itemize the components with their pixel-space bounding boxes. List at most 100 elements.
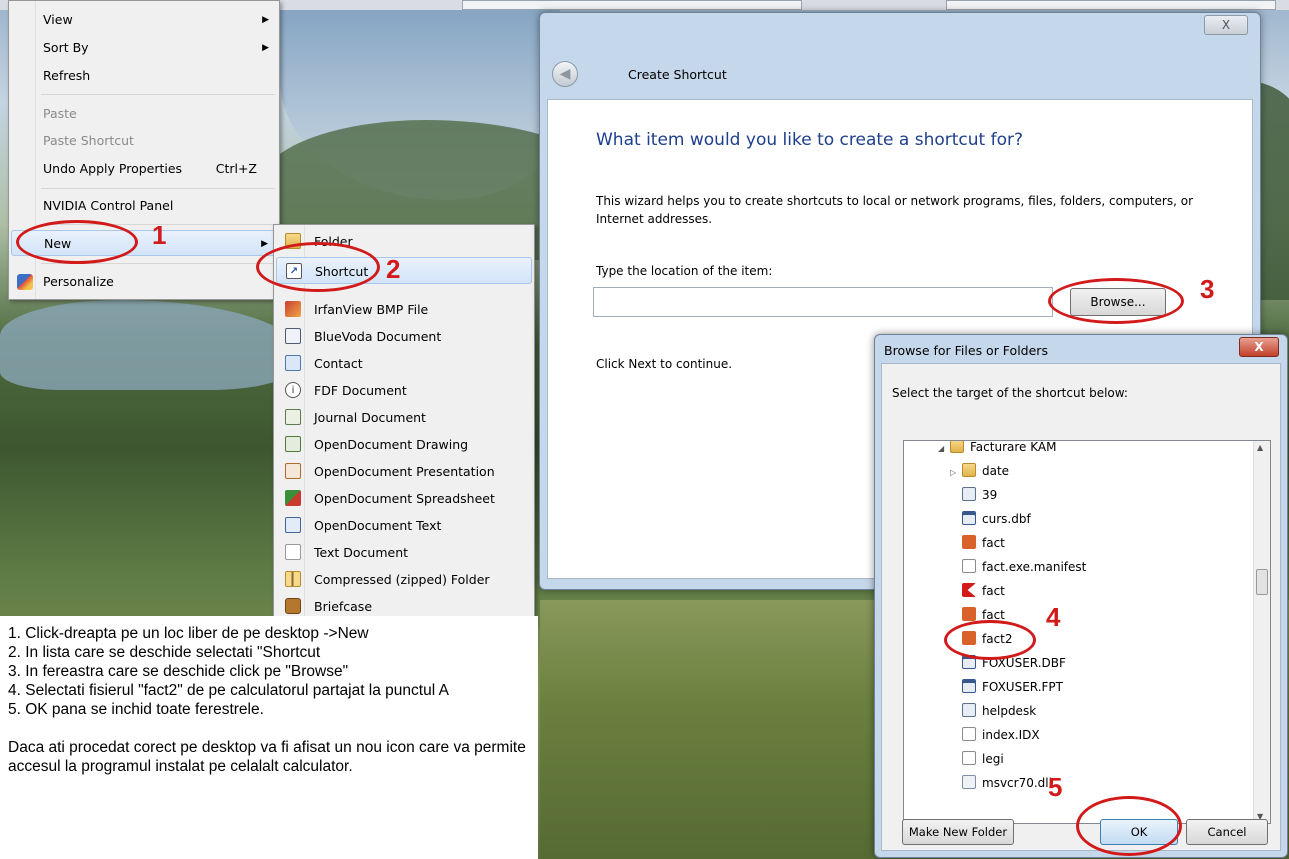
step-number-2: 2 xyxy=(386,254,401,284)
menu-item-label: Undo Apply Properties xyxy=(43,161,183,176)
contact-icon xyxy=(285,355,301,371)
red-k-icon xyxy=(962,583,976,597)
submenu-item-label: BlueVoda Document xyxy=(314,329,442,344)
tree-item-index-idx[interactable]: index.IDX xyxy=(962,723,1040,747)
location-label: Type the location of the item: xyxy=(596,264,773,278)
back-button[interactable]: ◀ xyxy=(552,61,578,87)
menu-item-paste[interactable]: Paste xyxy=(11,101,277,127)
tree-item-label: fact xyxy=(982,536,1005,550)
text-file-icon xyxy=(962,703,976,717)
instruction-step: 3. In fereastra care se deschide click p… xyxy=(8,663,349,680)
menu-item-label: Personalize xyxy=(43,274,114,289)
tree-item-39[interactable]: 39 xyxy=(962,483,997,507)
menu-item-label: NVIDIA Control Panel xyxy=(43,198,174,213)
tree-item-fact-exe-manifest[interactable]: fact.exe.manifest xyxy=(962,555,1086,579)
close-button[interactable]: X xyxy=(1204,15,1248,35)
submenu-item-text-document[interactable]: Text Document xyxy=(276,539,532,566)
submenu-item-label: FDF Document xyxy=(314,383,407,398)
tree-item-label: msvcr70.dll xyxy=(982,776,1052,790)
background-window xyxy=(946,0,1276,10)
instruction-list: 1. Click-dreapta pe un loc liber de pe d… xyxy=(8,624,530,719)
submenu-item-label: OpenDocument Presentation xyxy=(314,464,495,479)
file-icon xyxy=(962,727,976,741)
tree-item-label: curs.dbf xyxy=(982,512,1031,526)
submenu-item-journal-document[interactable]: Journal Document xyxy=(276,404,532,431)
tree-item-legi[interactable]: legi xyxy=(962,747,1004,771)
tree-item-facturare-kam[interactable]: ◢ Facturare KAM xyxy=(938,441,1056,461)
submenu-item-irfanview-bmp-file[interactable]: IrfanView BMP File xyxy=(276,296,532,323)
menu-item-undo-apply-properties[interactable]: Undo Apply Properties Ctrl+Z xyxy=(11,156,277,182)
submenu-item-opendocument-presentation[interactable]: OpenDocument Presentation xyxy=(276,458,532,485)
database-file-icon xyxy=(962,511,976,525)
tree-scrollbar[interactable]: ▲ ▼ xyxy=(1253,441,1270,823)
submenu-item-compressed-folder[interactable]: Compressed (zipped) Folder xyxy=(276,566,532,593)
irfanview-icon xyxy=(285,301,301,317)
submenu-item-opendocument-drawing[interactable]: OpenDocument Drawing xyxy=(276,431,532,458)
odt-icon xyxy=(285,517,301,533)
personalize-icon xyxy=(17,274,33,290)
tree-item-fact[interactable]: fact xyxy=(962,531,1005,555)
tree-item-label: FOXUSER.FPT xyxy=(982,680,1063,694)
folder-icon xyxy=(962,463,976,477)
menu-item-sort-by[interactable]: Sort By ▶ xyxy=(11,35,277,61)
menu-item-label: Paste Shortcut xyxy=(43,133,134,148)
expanded-twisty-icon[interactable]: ◢ xyxy=(938,441,950,461)
ods-icon xyxy=(285,490,301,506)
scroll-up-icon[interactable]: ▲ xyxy=(1257,443,1263,452)
wizard-heading: What item would you like to create a sho… xyxy=(596,130,1024,150)
zip-folder-icon xyxy=(285,571,301,587)
submenu-item-opendocument-text[interactable]: OpenDocument Text xyxy=(276,512,532,539)
close-icon: X xyxy=(1221,18,1231,32)
tree-item-label: index.IDX xyxy=(982,728,1040,742)
scroll-thumb[interactable] xyxy=(1256,569,1268,595)
make-new-folder-button[interactable]: Make New Folder xyxy=(902,819,1014,845)
tree-item-label: legi xyxy=(982,752,1004,766)
menu-item-paste-shortcut[interactable]: Paste Shortcut xyxy=(11,128,277,154)
tree-item-label: helpdesk xyxy=(982,704,1037,718)
foxpro-icon xyxy=(962,607,976,621)
tree-item-helpdesk[interactable]: helpdesk xyxy=(962,699,1036,723)
menu-item-personalize[interactable]: Personalize xyxy=(11,269,277,295)
database-file-icon xyxy=(962,679,976,693)
cancel-button[interactable]: Cancel xyxy=(1186,819,1268,845)
wizard-description: This wizard helps you to create shortcut… xyxy=(596,194,1194,226)
submenu-item-label: Journal Document xyxy=(314,410,426,425)
step-number-5: 5 xyxy=(1048,772,1063,802)
menu-item-label: View xyxy=(43,12,73,27)
wizard-nav-row: ◀ Create Shortcut xyxy=(548,55,1252,95)
text-document-icon xyxy=(285,544,301,560)
submenu-item-contact[interactable]: Contact xyxy=(276,350,532,377)
submenu-item-bluevoda-document[interactable]: BlueVoda Document xyxy=(276,323,532,350)
journal-icon xyxy=(285,409,301,425)
menu-item-refresh[interactable]: Refresh xyxy=(11,63,277,89)
back-arrow-icon: ◀ xyxy=(559,66,571,82)
tree-item-msvcr70-dll[interactable]: msvcr70.dll xyxy=(962,771,1052,795)
continue-hint: Click Next to continue. xyxy=(596,357,733,371)
window-title: Create Shortcut xyxy=(628,67,727,82)
location-input[interactable] xyxy=(593,287,1053,317)
menu-separator xyxy=(41,94,275,95)
collapsed-twisty-icon[interactable]: ▷ xyxy=(950,461,962,485)
submenu-item-label: Briefcase xyxy=(314,599,373,614)
tree-item-fact[interactable]: fact xyxy=(962,579,1005,603)
menu-separator xyxy=(41,188,275,189)
submenu-item-label: OpenDocument Drawing xyxy=(314,437,469,452)
instruction-note: Daca ati procedat corect pe desktop va f… xyxy=(8,739,526,775)
step-number-1: 1 xyxy=(152,220,167,250)
annotation-circle-ok xyxy=(1076,796,1182,856)
tree-item-foxuser-fpt[interactable]: FOXUSER.FPT xyxy=(962,675,1063,699)
bluevoda-icon xyxy=(285,328,301,344)
instruction-step: 1. Click-dreapta pe un loc liber de pe d… xyxy=(8,625,369,642)
menu-item-view[interactable]: View ▶ xyxy=(11,7,277,33)
step-number-4: 4 xyxy=(1046,602,1061,632)
close-icon: X xyxy=(1254,340,1264,354)
submenu-item-fdf-document[interactable]: i FDF Document xyxy=(276,377,532,404)
menu-item-nvidia-control-panel[interactable]: NVIDIA Control Panel xyxy=(11,193,277,219)
file-icon xyxy=(962,559,976,573)
tree-item-date[interactable]: ▷ date xyxy=(950,459,1009,483)
tree-item-label: date xyxy=(982,464,1010,478)
submenu-item-opendocument-spreadsheet[interactable]: OpenDocument Spreadsheet xyxy=(276,485,532,512)
tree-item-curs-dbf[interactable]: curs.dbf xyxy=(962,507,1031,531)
dialog-close-button[interactable]: X xyxy=(1239,337,1279,357)
submenu-item-label: OpenDocument Text xyxy=(314,518,442,533)
